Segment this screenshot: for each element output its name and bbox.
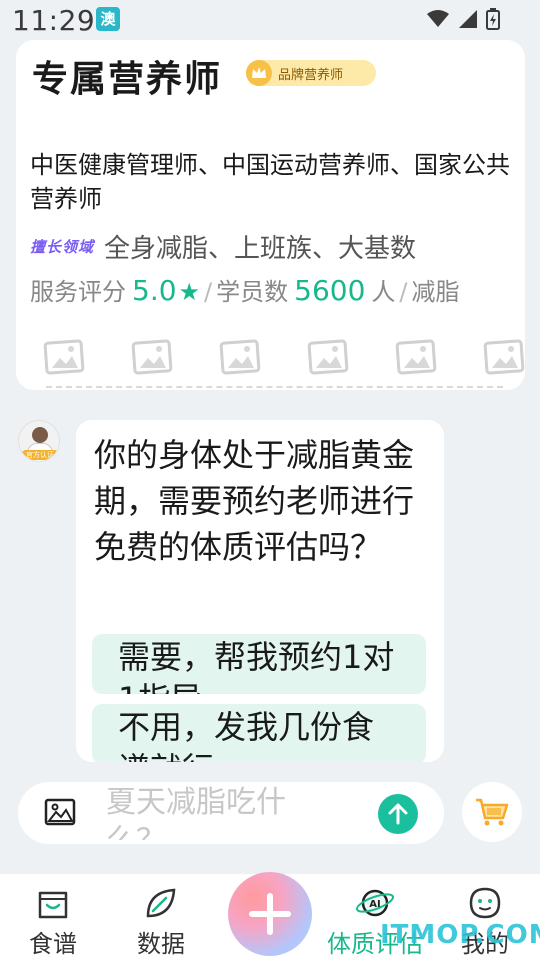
image-placeholder-icon <box>306 336 350 376</box>
chat-message-bubble: 你的身体处于减脂黄金期，需要预约老师进行免费的体质评估吗？ 需要，帮我预约1对1… <box>76 420 444 762</box>
smiley-icon <box>440 884 530 922</box>
avatar-head <box>32 427 48 443</box>
image-placeholder-icon <box>42 336 86 376</box>
brand-nutritionist-badge: 品牌营养师 <box>246 60 376 86</box>
reply-option-label: 需要，帮我预约1对1指导 <box>118 638 395 694</box>
students-value: 5600 <box>294 274 366 307</box>
status-bar: 11:29 澳 <box>0 0 540 44</box>
image-placeholder-icon <box>482 336 525 376</box>
arrow-up-icon <box>388 803 408 825</box>
certifications-text: 中医健康管理师、中国运动营养师、国家公共营养师 <box>30 151 510 213</box>
message-input-bar: 夏天减脂吃什么？ <box>18 782 444 844</box>
star-icon: ★ <box>178 278 201 306</box>
message-input[interactable]: 夏天减脂吃什么？ <box>106 784 336 840</box>
extra-tag: 减脂 <box>411 278 460 306</box>
nutritionist-card[interactable]: 专属营养师 品牌营养师 中医健康管理师、中国运动营养师、国家公共营养师 擅长领域… <box>16 40 525 390</box>
nav-item-data[interactable]: 数据 <box>116 884 206 959</box>
image-placeholder-icon <box>218 336 262 376</box>
battery-charging-icon <box>486 8 500 30</box>
cart-icon <box>476 798 509 826</box>
signal-icon <box>459 10 477 28</box>
nav-label: 数据 <box>137 930 185 958</box>
stats-row: 服务评分 5.0 ★ / 学员数 5600 人 / 减脂 <box>30 272 460 307</box>
divider: / <box>399 278 408 306</box>
bag-icon <box>8 884 98 922</box>
verified-tag: 官方认证 <box>21 450 59 460</box>
card-divider <box>46 386 503 388</box>
card-title: 专属营养师 <box>32 59 223 100</box>
badge-label: 品牌营养师 <box>278 67 344 83</box>
nutritionist-avatar[interactable]: 官方认证 <box>18 420 60 462</box>
divider: / <box>204 278 213 306</box>
add-button[interactable] <box>228 872 312 956</box>
status-time: 11:29 <box>12 4 96 37</box>
specialty-tag: 擅长领域 <box>30 238 95 256</box>
chat-message-text: 你的身体处于减脂黄金期，需要预约老师进行免费的体质评估吗？ <box>94 436 415 566</box>
nav-label: 食谱 <box>29 930 77 958</box>
svg-text:AI: AI <box>369 899 380 910</box>
specialty-text: 全身减脂、上班族、大基数 <box>104 234 417 264</box>
students-unit: 人 <box>371 278 396 306</box>
student-photos <box>42 336 525 376</box>
send-button[interactable] <box>378 794 418 834</box>
crown-icon <box>246 60 272 86</box>
notification-app-icon: 澳 <box>96 7 120 31</box>
image-placeholder-icon <box>394 336 438 376</box>
ai-planet-icon: AI <box>320 884 430 922</box>
reply-option-book[interactable]: 需要，帮我预约1对1指导 <box>92 634 426 694</box>
image-placeholder-icon <box>130 336 174 376</box>
plus-icon <box>249 893 291 935</box>
site-watermark: ITMOP.COM <box>380 920 540 950</box>
cart-button[interactable] <box>462 782 522 842</box>
students-label: 学员数 <box>216 278 289 306</box>
rating-label: 服务评分 <box>30 278 126 306</box>
reply-option-label: 不用，发我几份食谱就行 <box>118 708 375 762</box>
status-indicators <box>426 8 500 30</box>
nav-item-recipes[interactable]: 食谱 <box>8 884 98 959</box>
leaf-icon <box>116 884 206 922</box>
image-upload-icon[interactable] <box>44 798 76 830</box>
specialty-row: 擅长领域 全身减脂、上班族、大基数 <box>30 228 416 265</box>
wifi-icon <box>427 10 449 27</box>
reply-option-recipes[interactable]: 不用，发我几份食谱就行 <box>92 704 426 762</box>
rating-value: 5.0 <box>132 274 177 307</box>
